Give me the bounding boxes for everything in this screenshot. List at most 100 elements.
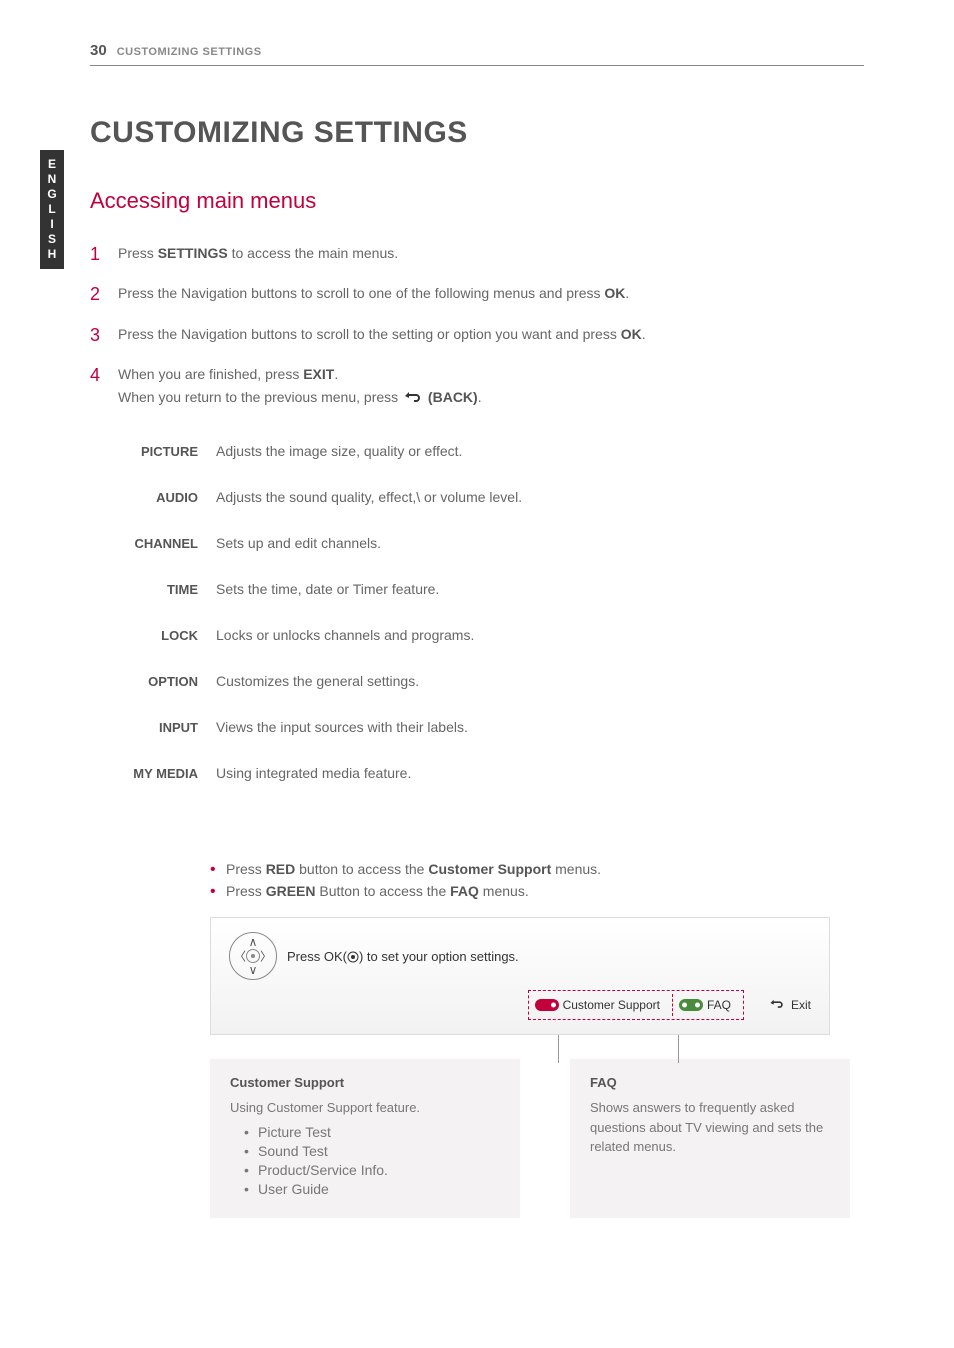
step-4: When you are finished, press EXIT. When … [90,363,864,409]
menu-desc: Sets up and edit channels. [216,535,381,551]
page-number: 30 [90,42,107,59]
menu-table: PICTURE Adjusts the image size, quality … [116,443,864,781]
divider [672,994,673,1016]
back-icon [402,387,424,409]
step-text: When you return to the previous menu, pr… [118,389,402,405]
callout-list-item: Sound Test [244,1143,500,1159]
callout-faq: FAQ Shows answers to frequently asked qu… [570,1059,850,1218]
step-1: Press SETTINGS to access the main menus. [90,242,864,264]
step-text: . [625,285,629,301]
menu-label: PICTURE [116,444,216,459]
menu-row: PICTURE Adjusts the image size, quality … [116,443,864,459]
right-arrow-icon: 〉 [260,948,272,965]
callouts-row: Customer Support Using Customer Support … [210,1059,850,1218]
step-text: Press [118,245,158,261]
callout-connector-lines [210,1035,830,1059]
note-keyword: FAQ [450,883,479,899]
note-text: Press [226,883,266,899]
screen-button-row: Customer Support FAQ Exit [229,990,811,1020]
menu-desc: Adjusts the sound quality, effect,\ or v… [216,489,522,505]
menu-desc: Views the input sources with their label… [216,719,468,735]
screen-top-row: ∧ ∨ 〈 〉 Press OK( ) to set your option se… [229,932,811,980]
menu-row: OPTION Customizes the general settings. [116,673,864,689]
note-text: button to access the [295,861,428,877]
menu-label: MY MEDIA [116,766,216,781]
step-text: . [642,326,646,342]
callout-list: Picture Test Sound Test Product/Service … [230,1124,500,1197]
step-text: When you are finished, press [118,366,303,382]
callout-list-item: Picture Test [244,1124,500,1140]
callout-desc: Shows answers to frequently asked questi… [590,1098,830,1157]
screen-instruction: Press OK( ) to set your option settings. [287,949,519,964]
exit-button: Exit [768,996,811,1014]
callout-title: Customer Support [230,1075,500,1090]
note-text: menus. [551,861,601,877]
menu-row: CHANNEL Sets up and edit channels. [116,535,864,551]
menu-row: INPUT Views the input sources with their… [116,719,864,735]
step-text: Press the Navigation buttons to scroll t… [118,285,604,301]
menu-label: LOCK [116,628,216,643]
note-keyword: RED [266,861,296,877]
page-title: CUSTOMIZING SETTINGS [90,116,864,150]
down-arrow-icon: ∨ [249,963,258,977]
ok-dot-icon [347,951,359,963]
menu-desc: Sets the time, date or Timer feature. [216,581,439,597]
note-item: Press RED button to access the Customer … [210,861,864,877]
highlighted-button-group: Customer Support FAQ [528,990,744,1020]
faq-button: FAQ [679,998,731,1012]
menu-label: CHANNEL [116,536,216,551]
step-2: Press the Navigation buttons to scroll t… [90,282,864,304]
menu-label: AUDIO [116,490,216,505]
note-text: Button to access the [315,883,450,899]
menu-label: TIME [116,582,216,597]
step-keyword: (BACK) [424,389,478,405]
step-text: . [478,389,482,405]
steps-list: Press SETTINGS to access the main menus.… [90,242,864,409]
note-keyword: GREEN [266,883,316,899]
menu-row: MY MEDIA Using integrated media feature. [116,765,864,781]
menu-desc: Using integrated media feature. [216,765,411,781]
language-tab: ENGLISH [40,150,64,269]
notes-list: Press RED button to access the Customer … [210,861,864,899]
ok-center-icon [246,949,260,963]
menu-row: TIME Sets the time, date or Timer featur… [116,581,864,597]
button-label: Customer Support [563,998,660,1012]
page-header: 30 CUSTOMIZING SETTINGS [90,42,864,66]
callout-desc: Using Customer Support feature. [230,1098,500,1118]
note-text: Press [226,861,266,877]
step-3: Press the Navigation buttons to scroll t… [90,323,864,345]
section-title: Accessing main menus [90,188,864,214]
screen-illustration: ∧ ∨ 〈 〉 Press OK( ) to set your option se… [210,917,830,1035]
connector-line [678,1035,679,1063]
step-keyword: OK [604,285,625,301]
navigation-dpad-icon: ∧ ∨ 〈 〉 [229,932,277,980]
note-keyword: Customer Support [428,861,551,877]
note-text: menus. [479,883,529,899]
instruction-text: Press OK( [287,949,347,964]
red-button-icon [535,999,559,1011]
running-title: CUSTOMIZING SETTINGS [117,46,262,58]
menu-desc: Adjusts the image size, quality or effec… [216,443,462,459]
up-arrow-icon: ∧ [249,935,258,949]
customer-support-button: Customer Support [535,998,660,1012]
step-text: . [334,366,338,382]
callout-list-item: Product/Service Info. [244,1162,500,1178]
note-item: Press GREEN Button to access the FAQ men… [210,883,864,899]
step-text: to access the main menus. [228,245,398,261]
button-label: Exit [791,998,811,1012]
menu-row: AUDIO Adjusts the sound quality, effect,… [116,489,864,505]
menu-desc: Locks or unlocks channels and programs. [216,627,474,643]
menu-row: LOCK Locks or unlocks channels and progr… [116,627,864,643]
exit-back-icon [768,996,786,1014]
instruction-text: ) to set your option settings. [359,949,519,964]
step-keyword: EXIT [303,366,334,382]
green-button-icon [679,999,703,1011]
step-text: Press the Navigation buttons to scroll t… [118,326,621,342]
callout-title: FAQ [590,1075,830,1090]
step-keyword: SETTINGS [158,245,228,261]
menu-label: INPUT [116,720,216,735]
callout-list-item: User Guide [244,1181,500,1197]
step-keyword: OK [621,326,642,342]
left-arrow-icon: 〈 [234,948,246,965]
menu-label: OPTION [116,674,216,689]
